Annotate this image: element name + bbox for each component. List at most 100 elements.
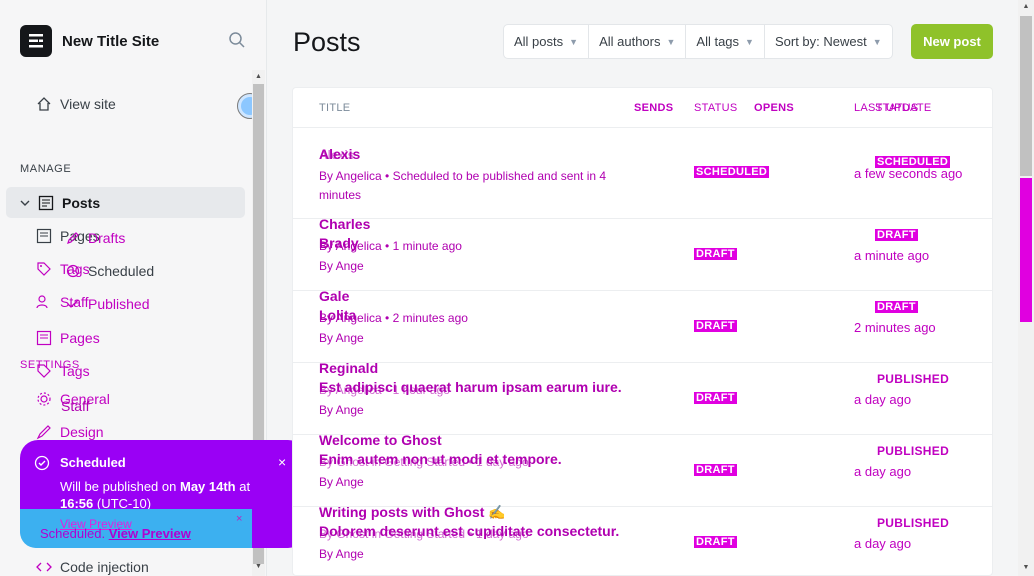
post-meta: By Ghost in Getting Started • 1 day ago — [319, 527, 529, 541]
post-title[interactable]: Gale — [319, 288, 349, 304]
brand[interactable]: New Title Site — [20, 25, 159, 57]
toast-date: May 14th — [179, 479, 236, 494]
sidebar-item-label: Published — [88, 296, 150, 312]
sidebar-item-tags[interactable]: Tags — [36, 363, 90, 379]
pages-icon — [36, 228, 52, 244]
gear-icon — [37, 392, 51, 406]
toast-preview-bar: View Preview Scheduled. View Preview × — [20, 509, 252, 548]
post-title[interactable]: Welcome to Ghost — [319, 432, 442, 448]
page-scrollbar[interactable]: ▲ ▼ — [1018, 0, 1034, 576]
sidebar-item-label: Posts — [62, 194, 101, 211]
status-badge-ghost: DRAFT — [875, 301, 918, 313]
post-title[interactable]: Reginald — [319, 360, 378, 376]
post-title-ghost: Alexis — [319, 148, 355, 162]
sidebar-item-pages[interactable]: Pages — [36, 330, 100, 346]
table-header: TITLE SENDS STATUS OPENS LAST UPDATE STA… — [293, 88, 992, 128]
table-row[interactable]: Reginald Est adipisci quaerat harum ipsa… — [293, 360, 992, 435]
pages-icon — [36, 330, 52, 346]
page-scroll-thumb[interactable] — [1020, 16, 1032, 176]
chevron-down-icon: ▼ — [745, 36, 754, 47]
chevron-down-icon: ▼ — [569, 36, 579, 47]
sidebar-item-scheduled[interactable]: Scheduled — [66, 263, 154, 279]
page-title: Posts — [293, 27, 361, 57]
status-badge-ghost: DRAFT — [875, 229, 918, 241]
last-updated: 2 minutes ago — [854, 320, 936, 335]
post-meta-ghost: By Ange — [319, 331, 364, 345]
column-status: STATUS — [694, 102, 738, 114]
sidebar-item-label: Design — [60, 424, 104, 440]
sidebar-item-code-injection[interactable]: Code injection — [36, 559, 149, 575]
check-circle-icon — [34, 455, 50, 471]
view-site-link[interactable]: View site — [36, 96, 116, 112]
chevron-down-icon: ▼ — [872, 36, 882, 47]
clock-icon — [66, 264, 80, 278]
chevron-down-icon[interactable] — [20, 198, 30, 208]
filter-tag-label: All tags — [696, 34, 740, 49]
filter-author-label: All authors — [599, 34, 661, 49]
status-published: PUBLISHED — [877, 516, 950, 530]
table-row[interactable]: Gale Lolita By Angelica • 2 minutes ago … — [293, 288, 992, 363]
sidebar-item-staff[interactable]: Staff — [61, 398, 90, 414]
table-row[interactable]: Alexis Alexis By Angelica • Scheduled to… — [293, 128, 992, 219]
post-meta: By Ghost in Getting Started • 1 day ago — [319, 455, 529, 469]
table-row[interactable]: Welcome to Ghost Enim autem non ut modi … — [293, 432, 992, 507]
view-preview-link-ghost[interactable]: View Preview — [109, 526, 191, 541]
filter-type-label: All posts — [514, 34, 564, 49]
toast-message: Will be published on May 14th at 16:56 (… — [60, 478, 260, 512]
post-meta-ghost: By Ange — [319, 547, 364, 561]
post-meta: By Angelica • 1 minute ago — [319, 239, 462, 253]
post-meta: By Angelica • 2 minutes ago — [319, 311, 468, 325]
post-meta-ghost: By Ange — [319, 259, 364, 273]
filter-sort[interactable]: Sort by: Newest ▼ — [765, 25, 892, 58]
column-sends: SENDS — [634, 102, 674, 114]
status-published: PUBLISHED — [877, 372, 950, 386]
last-updated: a minute ago — [854, 248, 930, 263]
new-post-button[interactable]: New post — [911, 24, 993, 59]
check-list-icon — [67, 299, 79, 308]
view-site-label: View site — [60, 96, 116, 112]
filter-tag[interactable]: All tags ▼ — [686, 25, 765, 58]
post-title[interactable]: Charles — [319, 216, 370, 232]
filter-sort-label: Sort by: Newest — [774, 34, 867, 49]
posts-icon — [38, 195, 54, 210]
home-icon — [37, 97, 51, 111]
main-content: Posts All posts ▼ All authors ▼ All tags ▼ … — [268, 0, 1018, 576]
chevron-down-icon: ▼ — [666, 36, 676, 47]
column-status-ghost: STATUS — [875, 102, 919, 114]
code-icon — [36, 562, 52, 572]
scroll-up-icon[interactable]: ▲ — [1022, 3, 1030, 10]
sidebar-item-posts[interactable]: Posts — [6, 187, 245, 218]
scroll-down-icon[interactable]: ▼ — [254, 562, 263, 572]
close-icon-ghost[interactable]: × — [236, 513, 242, 525]
filter-type[interactable]: All posts ▼ — [504, 25, 590, 58]
column-opens: OPENS — [754, 102, 795, 114]
sidebar-item-label: Tags — [60, 363, 90, 379]
status-badge: DRAFT — [694, 248, 737, 260]
sidebar-item-label: Drafts — [88, 230, 126, 246]
status-badge: DRAFT — [694, 320, 737, 332]
toast-title: Scheduled — [60, 455, 126, 470]
site-title: New Title Site — [62, 32, 160, 50]
posts-table: TITLE SENDS STATUS OPENS LAST UPDATE STA… — [292, 87, 993, 576]
table-row[interactable]: Writing posts with Ghost ✍️ Dolorem dese… — [293, 504, 992, 575]
search-icon[interactable] — [228, 31, 246, 54]
table-row[interactable]: Charles Brady By Angelica • 1 minute ago… — [293, 216, 992, 291]
toast-ghost-text: Scheduled. View Preview — [40, 526, 191, 541]
scroll-up-icon[interactable]: ▲ — [254, 72, 263, 82]
status-badge: DRAFT — [694, 464, 737, 476]
toast-message-prefix: Will be published on — [60, 479, 177, 494]
page-scroll-thumb-highlight[interactable] — [1020, 178, 1032, 322]
sidebar-item-drafts[interactable]: Drafts — [66, 230, 125, 246]
post-meta-ghost: By Ange — [319, 475, 364, 489]
sidebar-item-design[interactable]: Design — [36, 424, 104, 440]
status-published: PUBLISHED — [877, 444, 950, 458]
tag-icon — [37, 364, 51, 378]
sidebar-item-label: Code injection — [60, 559, 149, 575]
scroll-down-icon[interactable]: ▼ — [1022, 564, 1030, 571]
tag-icon — [37, 262, 51, 276]
status-badge: DRAFT — [694, 392, 737, 404]
scheduled-toast: Scheduled Will be published on May 14th … — [20, 440, 306, 548]
post-title[interactable]: Writing posts with Ghost ✍️ — [319, 504, 506, 521]
sidebar-item-published[interactable]: Published — [66, 296, 150, 312]
filter-author[interactable]: All authors ▼ — [589, 25, 687, 58]
